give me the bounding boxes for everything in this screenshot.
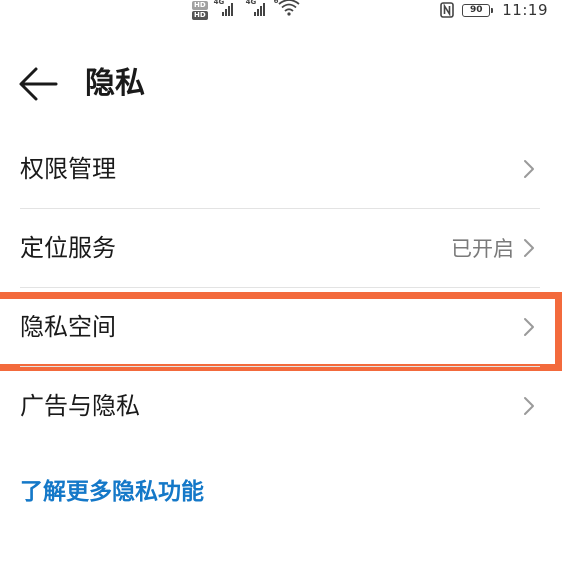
back-button[interactable]	[14, 62, 60, 106]
learn-more-privacy-link[interactable]: 了解更多隐私功能	[20, 474, 204, 510]
status-time: 11:19	[502, 1, 548, 19]
list-item-ads-and-privacy[interactable]: 广告与隐私	[0, 367, 570, 446]
settings-list: 权限管理 定位服务 已开启 隐私空间 广告与隐私	[0, 130, 570, 446]
chevron-right-icon	[524, 397, 534, 415]
chevron-right-icon	[524, 239, 534, 257]
status-bar-network: HD HD 4G 4G 6	[192, 0, 300, 24]
hd-icon: HD HD	[192, 1, 208, 20]
location-status-value: 已开启	[451, 237, 514, 261]
battery-level: 90	[470, 5, 483, 15]
chevron-right-icon	[524, 160, 534, 178]
list-item-permission-management[interactable]: 权限管理	[0, 130, 570, 209]
status-bar-system: 90 11:19	[440, 0, 548, 20]
page-title: 隐私	[85, 66, 145, 101]
app-header: 隐私	[0, 56, 570, 112]
list-item-label: 权限管理	[20, 155, 116, 183]
list-item-location-services[interactable]: 定位服务 已开启	[0, 209, 570, 288]
signal-icon: 4G	[246, 0, 272, 16]
list-item-label: 广告与隐私	[20, 392, 140, 420]
list-item-label: 定位服务	[20, 234, 116, 262]
arrow-left-icon	[19, 67, 58, 101]
wifi-standard-label: 6	[273, 0, 279, 5]
divider	[20, 366, 540, 367]
list-item-private-space[interactable]: 隐私空间	[0, 288, 570, 367]
battery-icon: 90	[462, 3, 494, 17]
wifi-icon: 6	[274, 0, 300, 20]
hd-badge: HD	[192, 1, 208, 10]
privacy-settings-screen: HD HD 4G 4G 6 90 11:19 隐私 权限管理 定位服务 已开启 …	[0, 0, 570, 580]
hd-badge: HD	[192, 11, 208, 20]
signal-icon: 4G	[214, 0, 240, 16]
nfc-icon	[440, 2, 455, 18]
chevron-right-icon	[524, 318, 534, 336]
status-bar: HD HD 4G 4G 6 90 11:19	[0, 0, 570, 24]
list-item-label: 隐私空间	[20, 313, 116, 341]
